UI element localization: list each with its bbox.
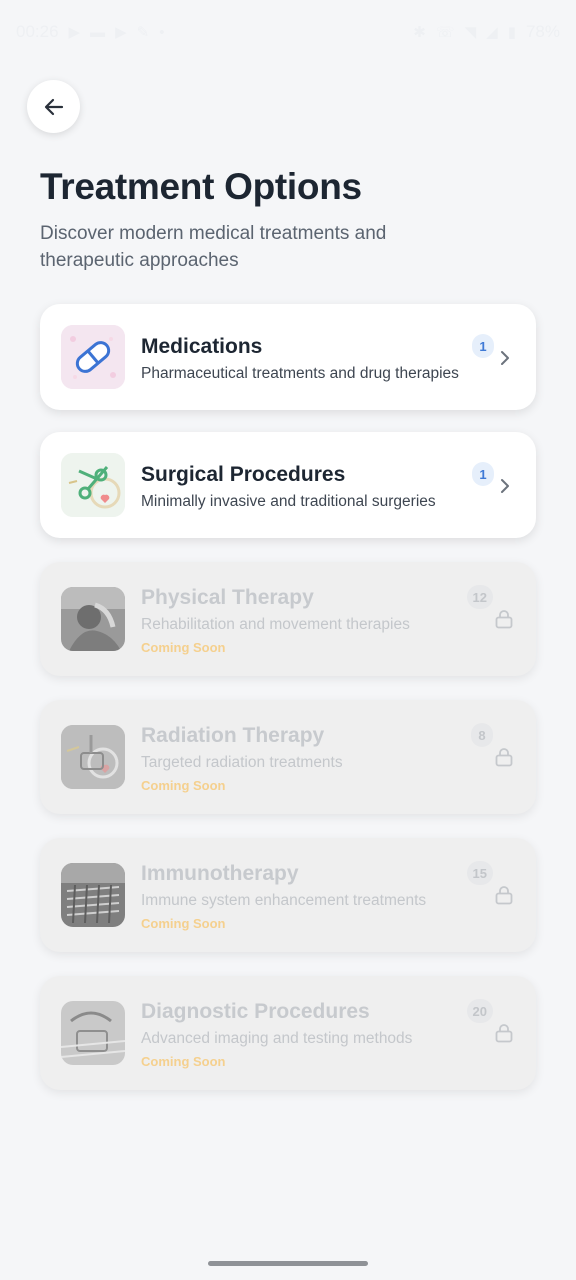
pill-icon [61, 325, 125, 389]
arrow-left-icon [44, 98, 63, 115]
card-description: Targeted radiation treatments [141, 754, 343, 771]
card-description: Pharmaceutical treatments and drug thera… [141, 365, 459, 382]
scissors-icon [61, 453, 125, 517]
stethoscope-icon [61, 725, 125, 789]
chevron-right-icon [501, 479, 509, 493]
card-description: Advanced imaging and testing methods [141, 1030, 413, 1047]
status-time: 00:26 [16, 22, 59, 41]
card-title: Medications [141, 335, 263, 358]
card-title: Surgical Procedures [141, 463, 346, 486]
card-title: Immunotherapy [141, 862, 299, 885]
coming-soon-label: Coming Soon [141, 778, 226, 793]
category-card-medications[interactable]: Medications Pharmaceutical treatments an… [40, 304, 536, 410]
card-title: Diagnostic Procedures [141, 1000, 370, 1023]
therapy-photo [61, 587, 125, 651]
lab-photo [61, 863, 125, 927]
category-card-physical-therapy[interactable]: Physical Therapy Rehabilitation and move… [40, 562, 536, 676]
diagnostic-photo [61, 1001, 125, 1065]
coming-soon-label: Coming Soon [141, 640, 226, 655]
count-badge: 12 [466, 585, 493, 609]
signal-icon: ◢ [486, 24, 498, 41]
lock-icon [495, 748, 513, 767]
bluetooth-icon: ✱ [413, 24, 426, 41]
card-title: Physical Therapy [141, 586, 314, 609]
chevron-right-icon [501, 351, 509, 365]
translate-icon: ✎ [136, 24, 150, 41]
card-description: Rehabilitation and movement therapies [141, 616, 410, 633]
youtube-icon: ▶ [68, 24, 81, 41]
page-title: Treatment Options [40, 166, 362, 207]
home-indicator[interactable] [208, 1261, 368, 1266]
lock-icon [495, 886, 513, 905]
lock-icon [495, 610, 513, 629]
count-badge: 15 [466, 861, 493, 885]
message-icon: ▬ [90, 23, 106, 41]
card-title: Radiation Therapy [141, 724, 325, 747]
category-card-surgical-procedures[interactable]: Surgical Procedures Minimally invasive a… [40, 432, 536, 538]
category-card-immunotherapy[interactable]: Immunotherapy Immune system enhancement … [40, 838, 536, 952]
count-badge: 8 [471, 723, 493, 747]
card-description: Minimally invasive and traditional surge… [141, 493, 436, 510]
battery-icon: ▮ [507, 24, 516, 41]
battery-level: 78% [525, 22, 560, 41]
card-description: Immune system enhancement treatments [141, 892, 427, 909]
page-subtitle: Discover modern medical treatments and t… [40, 223, 387, 271]
lock-icon [495, 1024, 513, 1043]
count-badge: 1 [472, 334, 494, 358]
coming-soon-label: Coming Soon [141, 916, 226, 931]
count-badge: 1 [472, 462, 494, 486]
vibrate-icon: ☏ [435, 24, 455, 41]
dot-icon: • [159, 23, 165, 41]
coming-soon-label: Coming Soon [141, 1054, 226, 1069]
back-button[interactable] [27, 80, 80, 133]
count-badge: 20 [466, 999, 493, 1023]
youtube-icon: ▶ [115, 24, 127, 41]
category-card-diagnostic-procedures[interactable]: Diagnostic Procedures Advanced imaging a… [40, 976, 536, 1090]
wifi-icon: ◥ [464, 24, 477, 41]
status-bar: 00:26 ▶ ▬ ▶ ✎ • ✱ ☏ ◥ ◢ ▮ 78% [0, 0, 576, 64]
category-card-radiation-therapy[interactable]: Radiation Therapy Targeted radiation tre… [40, 700, 536, 814]
